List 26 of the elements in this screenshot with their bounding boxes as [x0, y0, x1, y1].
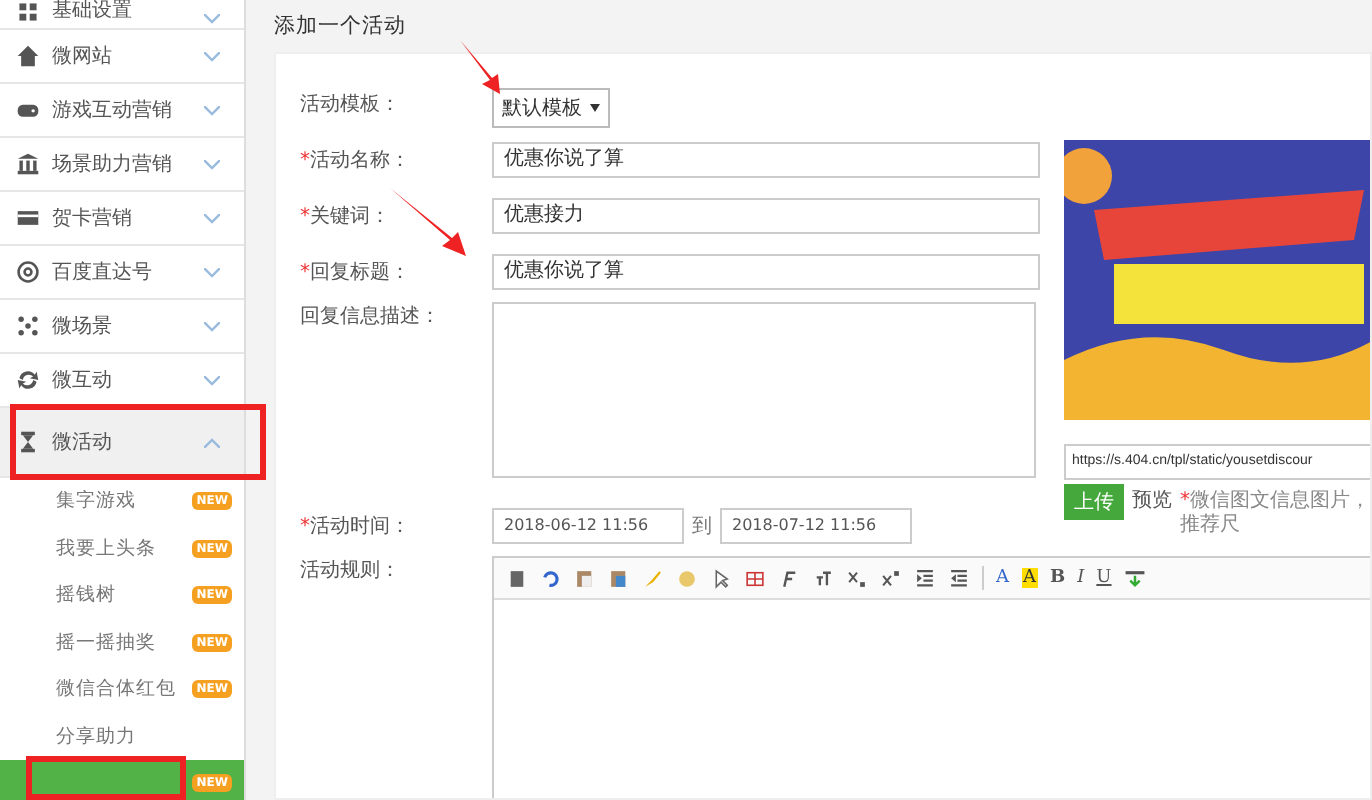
- text-field[interactable]: 优惠你说了算: [492, 142, 1040, 178]
- sidebar-item[interactable]: 基础设置: [0, 0, 244, 30]
- format-button[interactable]: B: [1050, 568, 1066, 589]
- page-title: 添加一个活动: [274, 12, 406, 42]
- format-button[interactable]: A: [996, 568, 1009, 589]
- date-field[interactable]: 2018-07-12 11:56: [720, 508, 912, 545]
- format-button[interactable]: I: [1077, 568, 1085, 589]
- field-label: *活动名称：: [300, 148, 412, 174]
- template-select[interactable]: 默认模板: [492, 88, 610, 128]
- format-button[interactable]: A: [1021, 568, 1038, 589]
- submenu-item[interactable]: 分享助力: [0, 713, 244, 760]
- field-label: 活动规则：: [300, 558, 402, 585]
- preview-link[interactable]: 预览: [1132, 484, 1172, 520]
- field-label: *关键词：: [300, 203, 392, 230]
- sidebar-item[interactable]: 微活动: [0, 408, 244, 478]
- field-label: 活动模板：: [300, 91, 402, 118]
- range-separator: 到: [692, 514, 712, 541]
- text-field[interactable]: 优惠接力: [492, 198, 1040, 234]
- hint-text: *微信图文信息图片，推荐尺: [1180, 487, 1370, 538]
- format-button[interactable]: U: [1096, 568, 1112, 589]
- field-label: *回复标题：: [300, 259, 412, 286]
- text-field[interactable]: 优惠你说了算: [492, 254, 1040, 290]
- date-field[interactable]: 2018-06-12 11:56: [492, 508, 684, 545]
- rich-text-editor[interactable]: A A B I U: [492, 556, 1370, 798]
- field-label: *活动时间：: [300, 513, 412, 541]
- field-label: 回复信息描述：: [300, 303, 442, 330]
